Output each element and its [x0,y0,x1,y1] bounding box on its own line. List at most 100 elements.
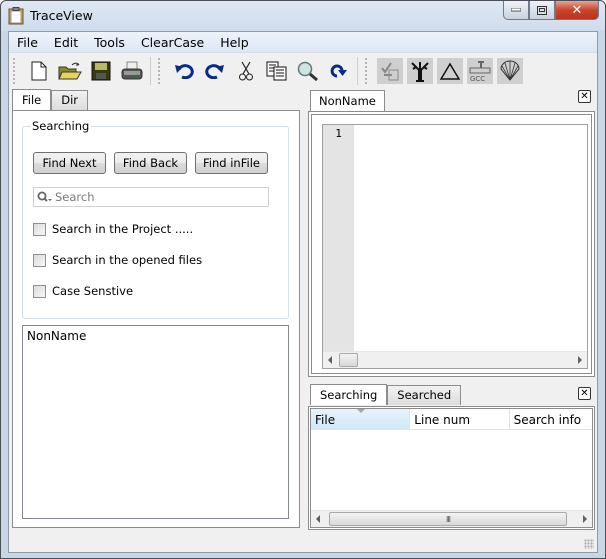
maximize-button[interactable] [529,1,555,20]
search-in-opened-files-option[interactable]: Search in the opened files [33,253,202,267]
scroll-thumb[interactable] [339,353,358,367]
toolbar-grip[interactable] [13,58,17,84]
shell-icon [500,60,520,81]
find-button[interactable] [292,56,323,86]
find-back-button[interactable]: Find Back [114,152,187,174]
open-files-list: NonName [22,325,289,519]
search-icon[interactable] [37,191,53,203]
shell-button[interactable] [497,58,523,84]
undo-button[interactable] [168,56,199,86]
tree-icon [411,62,429,82]
checkin-icon [381,62,399,81]
search-in-project-checkbox[interactable] [33,222,46,236]
redo-button[interactable] [199,56,230,86]
scroll-left-icon[interactable] [316,515,320,523]
search-in-opened-files-label: Search in the opened files [52,253,203,267]
gcc-icon: GCC [469,61,491,82]
search-input[interactable] [55,190,255,204]
tab-searched[interactable]: Searched [387,385,462,405]
paste-button[interactable] [261,56,292,86]
left-tabbar: File Dir [12,89,89,110]
tab-dir[interactable]: Dir [51,90,89,110]
printer-icon [121,61,142,80]
table-header: File Line num Search info [311,409,592,430]
line-number-gutter: 1 [323,125,354,352]
scroll-thumb[interactable]: III [329,512,567,526]
toolbar-separator [150,57,151,85]
column-header-search-info[interactable]: Search info [510,409,592,429]
toolbar-grip[interactable] [365,58,369,84]
save-button[interactable] [85,56,116,86]
close-icon: ✕ [580,387,589,399]
redo-arrow-icon [330,64,347,78]
close-editor-tab-button[interactable]: ✕ [578,90,591,103]
case-sensitive-checkbox[interactable] [33,284,46,298]
redo-arrow-button[interactable] [323,56,354,86]
search-field[interactable] [33,187,269,207]
find-next-button[interactable]: Find Next [33,152,106,174]
search-in-project-option[interactable]: Search in the Project ..... [33,222,193,236]
new-file-button[interactable] [23,56,54,86]
editor-area: NonName ✕ 1 [306,88,597,378]
scroll-left-icon[interactable] [328,356,332,364]
redo-icon [204,64,224,79]
checkin-button[interactable] [377,58,403,84]
find-in-file-button[interactable]: Find inFile [195,152,268,174]
results-tabbar: Searching Searched [310,384,462,406]
triangle-icon [440,62,460,80]
search-results-area: Searching Searched ✕ File Line num Searc… [306,382,597,532]
search-in-project-label: Search in the Project ..... [52,222,194,236]
case-sensitive-option[interactable]: Case Senstive [33,284,133,298]
list-item[interactable]: NonName [23,326,288,346]
client-area: File Edit Tools ClearCase Help GCC File … [8,31,598,553]
editor-tab-nonname[interactable]: NonName [310,90,385,111]
column-header-file[interactable]: File [311,409,411,429]
tree-button[interactable] [407,58,433,84]
close-window-button[interactable]: ✕ [555,1,599,20]
line-number: 1 [335,127,342,140]
scroll-right-icon[interactable] [583,515,587,523]
close-icon: ✕ [580,90,589,102]
close-results-button[interactable]: ✕ [578,387,591,400]
code-editor[interactable]: 1 [322,124,588,369]
print-button[interactable] [116,56,147,86]
menu-tools[interactable]: Tools [86,35,133,50]
file-tab-pane: Searching Find Next Find Back Find inFil… [12,110,300,528]
tab-file[interactable]: File [12,89,52,110]
close-icon: ✕ [571,2,583,18]
gcc-button[interactable]: GCC [467,58,493,84]
resize-grip[interactable] [584,539,594,549]
editor-horizontal-scrollbar[interactable] [323,351,587,368]
results-table: File Line num Search info III [310,408,593,528]
minimize-button[interactable] [503,1,529,20]
open-folder-button[interactable] [54,56,85,86]
menu-file[interactable]: File [9,35,46,50]
menu-clearcase[interactable]: ClearCase [133,35,212,50]
svg-text:GCC: GCC [470,75,485,82]
column-header-line-num[interactable]: Line num [410,409,510,429]
toolbar-separator [357,57,358,85]
searching-group-title: Searching [30,119,92,133]
toolbar-grip[interactable] [158,58,162,84]
menu-help[interactable]: Help [212,35,257,50]
window-title: TraceView [30,8,93,23]
undo-icon [174,64,194,79]
magnifier-icon [297,61,318,81]
tab-searching[interactable]: Searching [310,384,388,405]
editor-frame: 1 [308,111,595,377]
scroll-right-icon[interactable] [578,356,582,364]
menu-bar: File Edit Tools ClearCase Help [9,32,597,53]
searching-group: Searching Find Next Find Back Find inFil… [22,119,289,319]
results-horizontal-scrollbar[interactable]: III [311,510,592,527]
sort-indicator-icon [357,409,365,413]
new-file-icon [31,61,46,81]
toolbar: GCC [9,54,597,88]
app-window: TraceView ✕ File Edit Tools ClearCase He… [0,0,606,559]
cut-button[interactable] [230,56,261,86]
paste-icon [266,61,286,81]
menu-edit[interactable]: Edit [46,35,86,50]
open-folder-icon [57,62,82,80]
search-in-opened-files-checkbox[interactable] [33,253,46,267]
delta-button[interactable] [437,58,463,84]
save-disk-icon [91,61,110,81]
